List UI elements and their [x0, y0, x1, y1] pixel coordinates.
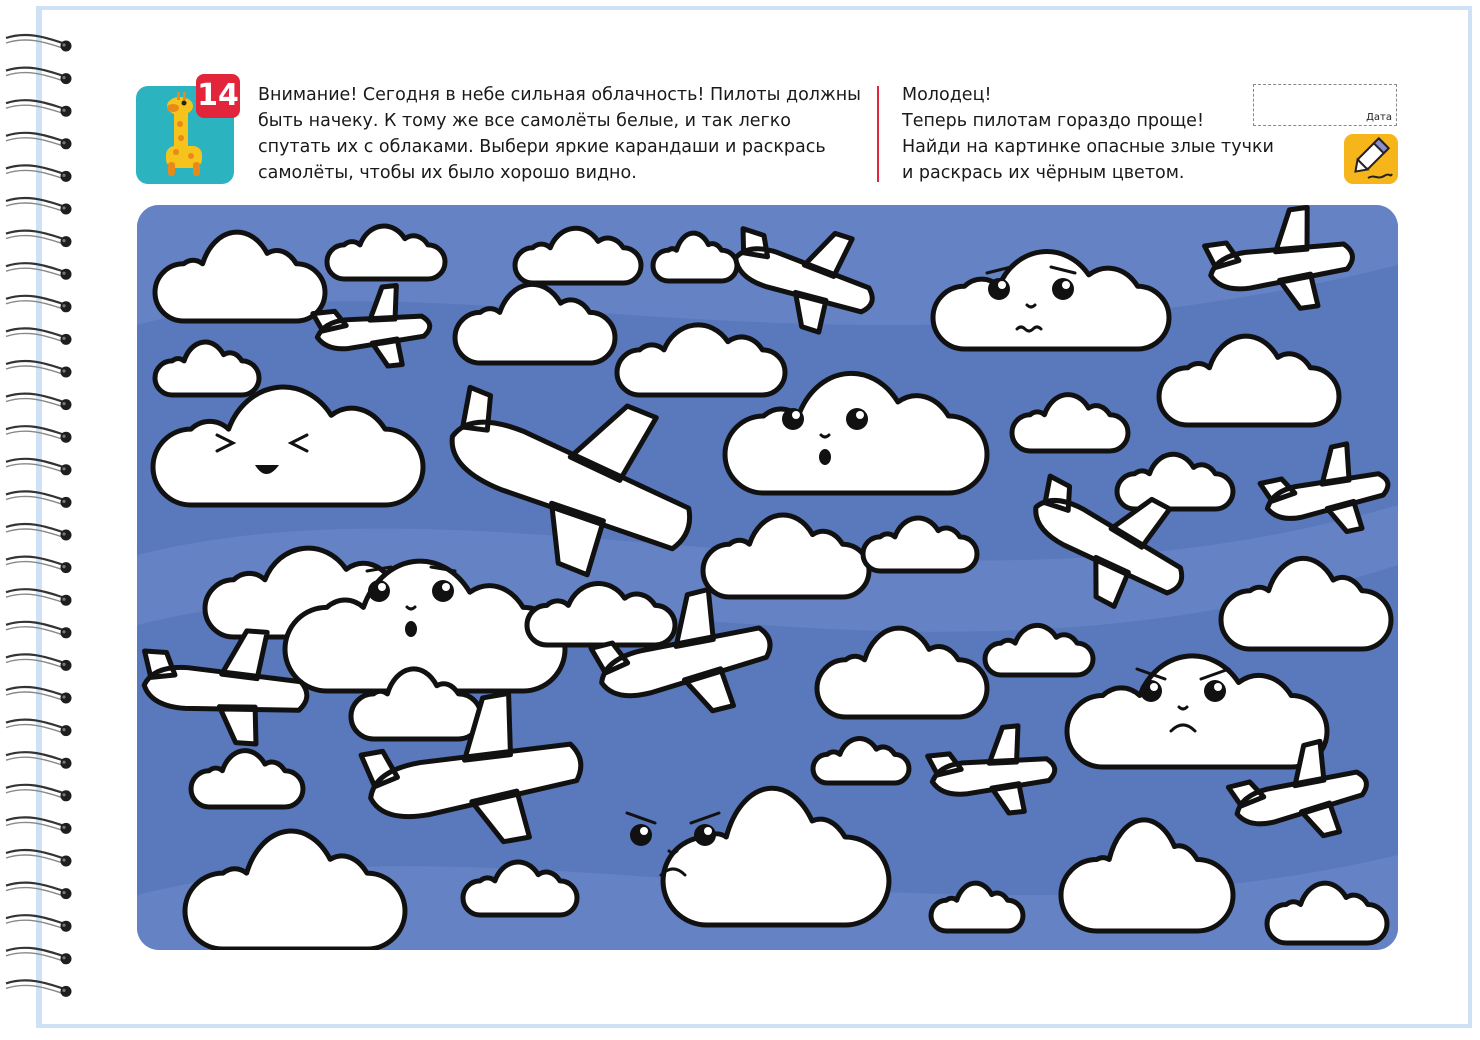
cloud-shape[interactable]	[928, 880, 1026, 934]
cloud-shape[interactable]	[1156, 333, 1342, 428]
spiral-coil	[5, 522, 72, 541]
spiral-coil	[5, 783, 72, 802]
workbook-page: 14 Внимание! Сегодня в небе сильная обла…	[0, 0, 1480, 1040]
task-number-badge: 14	[196, 74, 240, 118]
spiral-coil	[5, 66, 72, 85]
cloud-shape[interactable]	[860, 515, 980, 574]
cloud-shape[interactable]	[150, 384, 426, 508]
spiral-binding	[5, 33, 72, 997]
cloud-shape[interactable]	[152, 339, 262, 398]
spiral-coil	[5, 816, 72, 834]
cloud-shape[interactable]	[614, 322, 788, 398]
spiral-coil	[5, 751, 72, 769]
spiral-coil	[5, 33, 72, 52]
second-task-line: Теперь пилотам гораздо проще!	[902, 111, 1204, 131]
spiral-coil	[5, 392, 72, 411]
spiral-coil	[5, 946, 72, 965]
spiral-coil	[5, 653, 72, 671]
spiral-coil	[5, 425, 72, 443]
task-header: 14 Внимание! Сегодня в небе сильная обла…	[136, 74, 1400, 190]
spiral-coil	[5, 229, 72, 248]
cloud-shape[interactable]	[982, 622, 1096, 678]
task-instructions: Внимание! Сегодня в небе сильная облачно…	[258, 85, 861, 183]
cloud-shape[interactable]	[1064, 653, 1330, 770]
airplane-shape[interactable]	[925, 722, 1058, 820]
spiral-coil	[5, 979, 72, 997]
spiral-coil	[5, 359, 72, 378]
spiral-coil	[5, 457, 72, 476]
cloud-shape[interactable]	[810, 736, 912, 786]
spiral-coil	[5, 718, 72, 737]
spiral-coil	[5, 588, 72, 606]
cloud-shape[interactable]	[700, 512, 872, 600]
spiral-coil	[5, 555, 72, 574]
cloud-shape[interactable]	[660, 785, 892, 928]
spiral-coil	[5, 327, 72, 345]
spiral-coil	[5, 196, 72, 215]
cloud-shape[interactable]	[1009, 392, 1131, 454]
date-field[interactable]: Дата	[1253, 84, 1397, 126]
second-task: Молодец! Теперь пилотам гораздо проще! Н…	[902, 82, 1292, 186]
date-label: Дата	[1366, 112, 1392, 123]
spiral-coil	[5, 620, 72, 639]
second-task-line: Молодец!	[902, 85, 992, 105]
red-divider	[877, 86, 879, 182]
spiral-coil	[5, 490, 72, 508]
spiral-coil	[5, 685, 72, 704]
spiral-coil	[5, 99, 72, 117]
spiral-coil	[5, 914, 72, 932]
coloring-picture[interactable]	[137, 205, 1398, 950]
second-task-line: Найди на картинке опасные злые тучки	[902, 137, 1274, 157]
cloud-shape[interactable]	[1114, 451, 1236, 512]
pencil-icon	[1344, 134, 1398, 184]
cloud-shape[interactable]	[188, 748, 306, 810]
spiral-coil	[5, 848, 72, 867]
spiral-coil	[5, 131, 72, 150]
spiral-coil	[5, 164, 72, 182]
cloud-shape[interactable]	[814, 625, 990, 720]
cloud-shape[interactable]	[182, 828, 408, 950]
second-task-line: и раскрась их чёрным цветом.	[902, 163, 1185, 183]
spiral-coil	[5, 881, 72, 900]
spiral-coil	[5, 262, 72, 280]
spiral-coil	[5, 294, 72, 313]
cloud-shape[interactable]	[1058, 817, 1236, 934]
